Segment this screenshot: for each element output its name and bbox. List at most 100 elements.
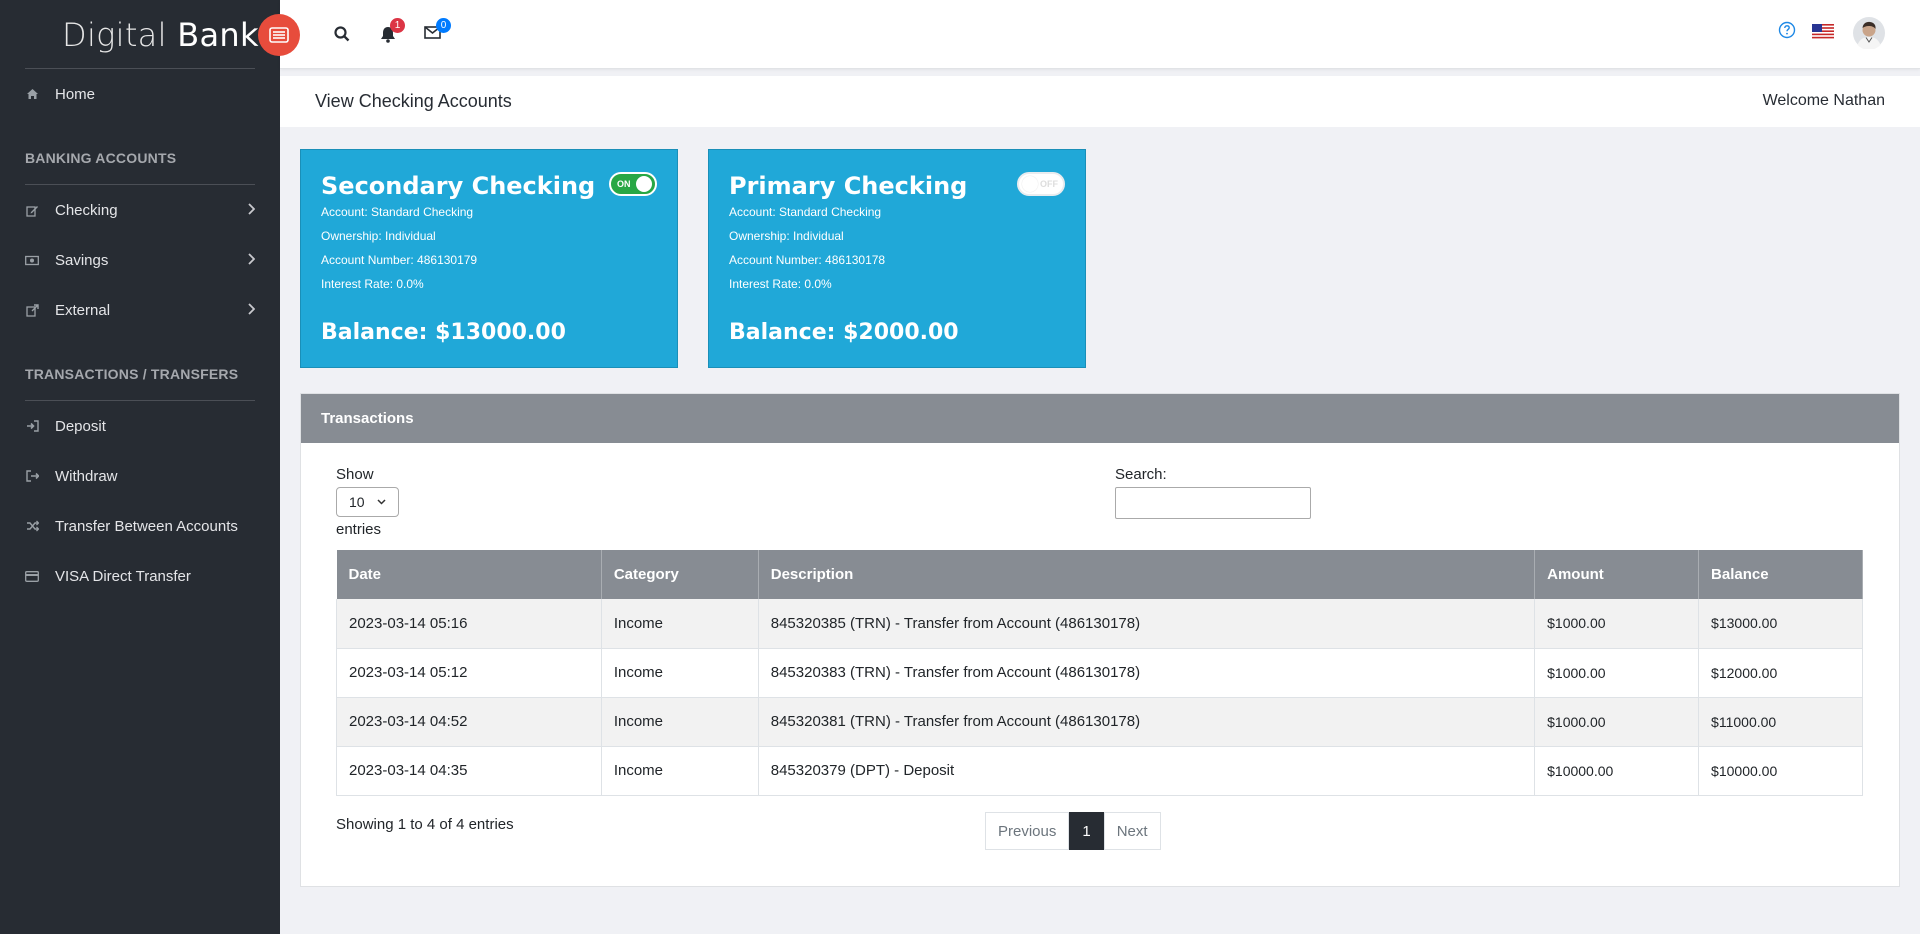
cell-date: 2023-03-14 04:52 xyxy=(336,697,602,747)
search-label: Search: xyxy=(1115,466,1167,483)
cell-description: 845320381 (TRN) - Transfer from Account … xyxy=(758,697,1536,747)
toggle-knob xyxy=(1022,176,1038,192)
cell-date: 2023-03-14 04:35 xyxy=(336,746,602,796)
us-flag-icon[interactable] xyxy=(1812,24,1834,40)
notifications-badge: 1 xyxy=(390,18,405,33)
welcome-message: Welcome Nathan xyxy=(1762,92,1885,109)
sidebar-item-home[interactable]: Home xyxy=(25,82,255,106)
page-1-button[interactable]: 1 xyxy=(1069,812,1104,850)
previous-page-button[interactable]: Previous xyxy=(985,812,1070,850)
chevron-right-icon xyxy=(247,202,256,218)
shuffle-icon xyxy=(25,519,39,533)
column-header-category[interactable]: Category xyxy=(601,550,759,599)
cell-category: Income xyxy=(601,697,759,747)
table-row: 2023-03-14 05:12 Income 845320383 (TRN) … xyxy=(336,648,1863,698)
sidebar-item-savings[interactable]: Savings xyxy=(25,248,256,272)
account-number: Account Number: 486130178 xyxy=(729,253,886,267)
chevron-down-icon xyxy=(377,499,386,505)
help-icon[interactable] xyxy=(1778,21,1796,39)
entries-per-page-select[interactable]: 10 xyxy=(336,487,399,517)
sign-in-icon xyxy=(25,419,39,433)
account-interest-rate: Interest Rate: 0.0% xyxy=(321,277,424,291)
cell-amount: $1000.00 xyxy=(1534,599,1700,649)
column-header-date[interactable]: Date xyxy=(336,550,602,599)
account-card-primary-checking[interactable]: Primary Checking OFF Account: Standard C… xyxy=(708,149,1086,368)
account-type: Account: Standard Checking xyxy=(321,205,474,219)
column-header-balance[interactable]: Balance xyxy=(1698,550,1863,599)
account-balance: Balance: $13000.00 xyxy=(321,320,566,345)
entries-per-page-value: 10 xyxy=(349,494,365,510)
top-header: 1 0 xyxy=(280,0,1920,69)
account-name: Primary Checking xyxy=(729,172,968,200)
sidebar-item-withdraw[interactable]: Withdraw xyxy=(25,464,255,488)
menu-toggle-icon xyxy=(269,27,289,43)
cell-date: 2023-03-14 05:16 xyxy=(336,599,602,649)
column-header-amount[interactable]: Amount xyxy=(1534,550,1700,599)
show-label: Show xyxy=(336,466,374,483)
sidebar-item-external[interactable]: External xyxy=(25,298,256,322)
sidebar-item-label: Withdraw xyxy=(55,467,118,485)
messages-button[interactable]: 0 xyxy=(424,18,451,39)
notifications-button[interactable]: 1 xyxy=(380,18,405,43)
sidebar-item-label: Home xyxy=(55,85,96,103)
table-row: 2023-03-14 04:52 Income 845320381 (TRN) … xyxy=(336,697,1863,747)
next-page-button[interactable]: Next xyxy=(1103,812,1161,850)
divider xyxy=(25,184,255,185)
entries-label: entries xyxy=(336,521,382,538)
edit-icon xyxy=(25,203,39,217)
external-link-icon xyxy=(25,303,39,317)
toggle-label: OFF xyxy=(1040,179,1058,189)
divider xyxy=(25,68,255,69)
pagination: Previous 1 Next xyxy=(985,812,1161,850)
brand-logo[interactable]: Digital Bank xyxy=(62,16,259,54)
sidebar-item-deposit[interactable]: Deposit xyxy=(25,414,255,438)
cell-amount: $10000.00 xyxy=(1534,746,1700,796)
account-number: Account Number: 486130179 xyxy=(321,253,478,267)
chevron-right-icon xyxy=(247,252,256,268)
section-title-transactions: TRANSACTIONS / TRANSFERS xyxy=(25,366,239,382)
search-icon[interactable] xyxy=(334,26,350,42)
toggle-label: ON xyxy=(617,179,631,189)
money-icon xyxy=(25,253,39,267)
sign-out-icon xyxy=(25,469,39,483)
cell-balance: $11000.00 xyxy=(1698,697,1863,747)
search-input[interactable] xyxy=(1115,487,1311,519)
chevron-right-icon xyxy=(247,302,256,318)
cell-description: 845320379 (DPT) - Deposit xyxy=(758,746,1536,796)
cell-balance: $12000.00 xyxy=(1698,648,1863,698)
credit-card-icon xyxy=(25,569,39,583)
table-row: 2023-03-14 05:16 Income 845320385 (TRN) … xyxy=(336,599,1863,649)
cell-balance: $13000.00 xyxy=(1698,599,1863,649)
sidebar-item-label: External xyxy=(55,301,111,319)
menu-toggle-button[interactable] xyxy=(258,14,300,56)
table-info: Showing 1 to 4 of 4 entries xyxy=(336,816,514,833)
column-header-description[interactable]: Description xyxy=(758,550,1536,599)
sidebar-item-visa-direct-transfer[interactable]: VISA Direct Transfer xyxy=(25,564,255,588)
cell-category: Income xyxy=(601,648,759,698)
cell-amount: $1000.00 xyxy=(1534,648,1700,698)
sidebar-item-label: VISA Direct Transfer xyxy=(55,567,191,585)
sidebar-item-label: Transfer Between Accounts xyxy=(55,517,238,535)
table-header-row: Date Category Description Amount Balance xyxy=(336,550,1863,599)
sidebar-item-label: Checking xyxy=(55,201,118,219)
page-title-bar: View Checking Accounts Welcome Nathan xyxy=(280,76,1920,127)
transactions-table: Date Category Description Amount Balance… xyxy=(336,550,1863,796)
account-balance: Balance: $2000.00 xyxy=(729,320,959,345)
account-name: Secondary Checking xyxy=(321,172,596,200)
avatar[interactable] xyxy=(1853,17,1885,49)
sidebar-item-transfer-between-accounts[interactable]: Transfer Between Accounts xyxy=(25,514,255,538)
transactions-title: Transactions xyxy=(301,394,1899,443)
table-row: 2023-03-14 04:35 Income 845320379 (DPT) … xyxy=(336,746,1863,796)
cell-amount: $1000.00 xyxy=(1534,697,1700,747)
account-card-secondary-checking[interactable]: Secondary Checking ON Account: Standard … xyxy=(300,149,678,368)
sidebar-item-checking[interactable]: Checking xyxy=(25,198,256,222)
home-icon xyxy=(25,87,39,101)
divider xyxy=(25,400,255,401)
account-toggle-switch[interactable]: ON xyxy=(609,172,657,196)
cell-date: 2023-03-14 05:12 xyxy=(336,648,602,698)
transactions-panel: Transactions Show 10 entries Search: Dat… xyxy=(300,393,1900,887)
cell-category: Income xyxy=(601,746,759,796)
sidebar-item-label: Deposit xyxy=(55,417,106,435)
account-toggle-switch[interactable]: OFF xyxy=(1017,172,1065,196)
sidebar-item-label: Savings xyxy=(55,251,109,269)
